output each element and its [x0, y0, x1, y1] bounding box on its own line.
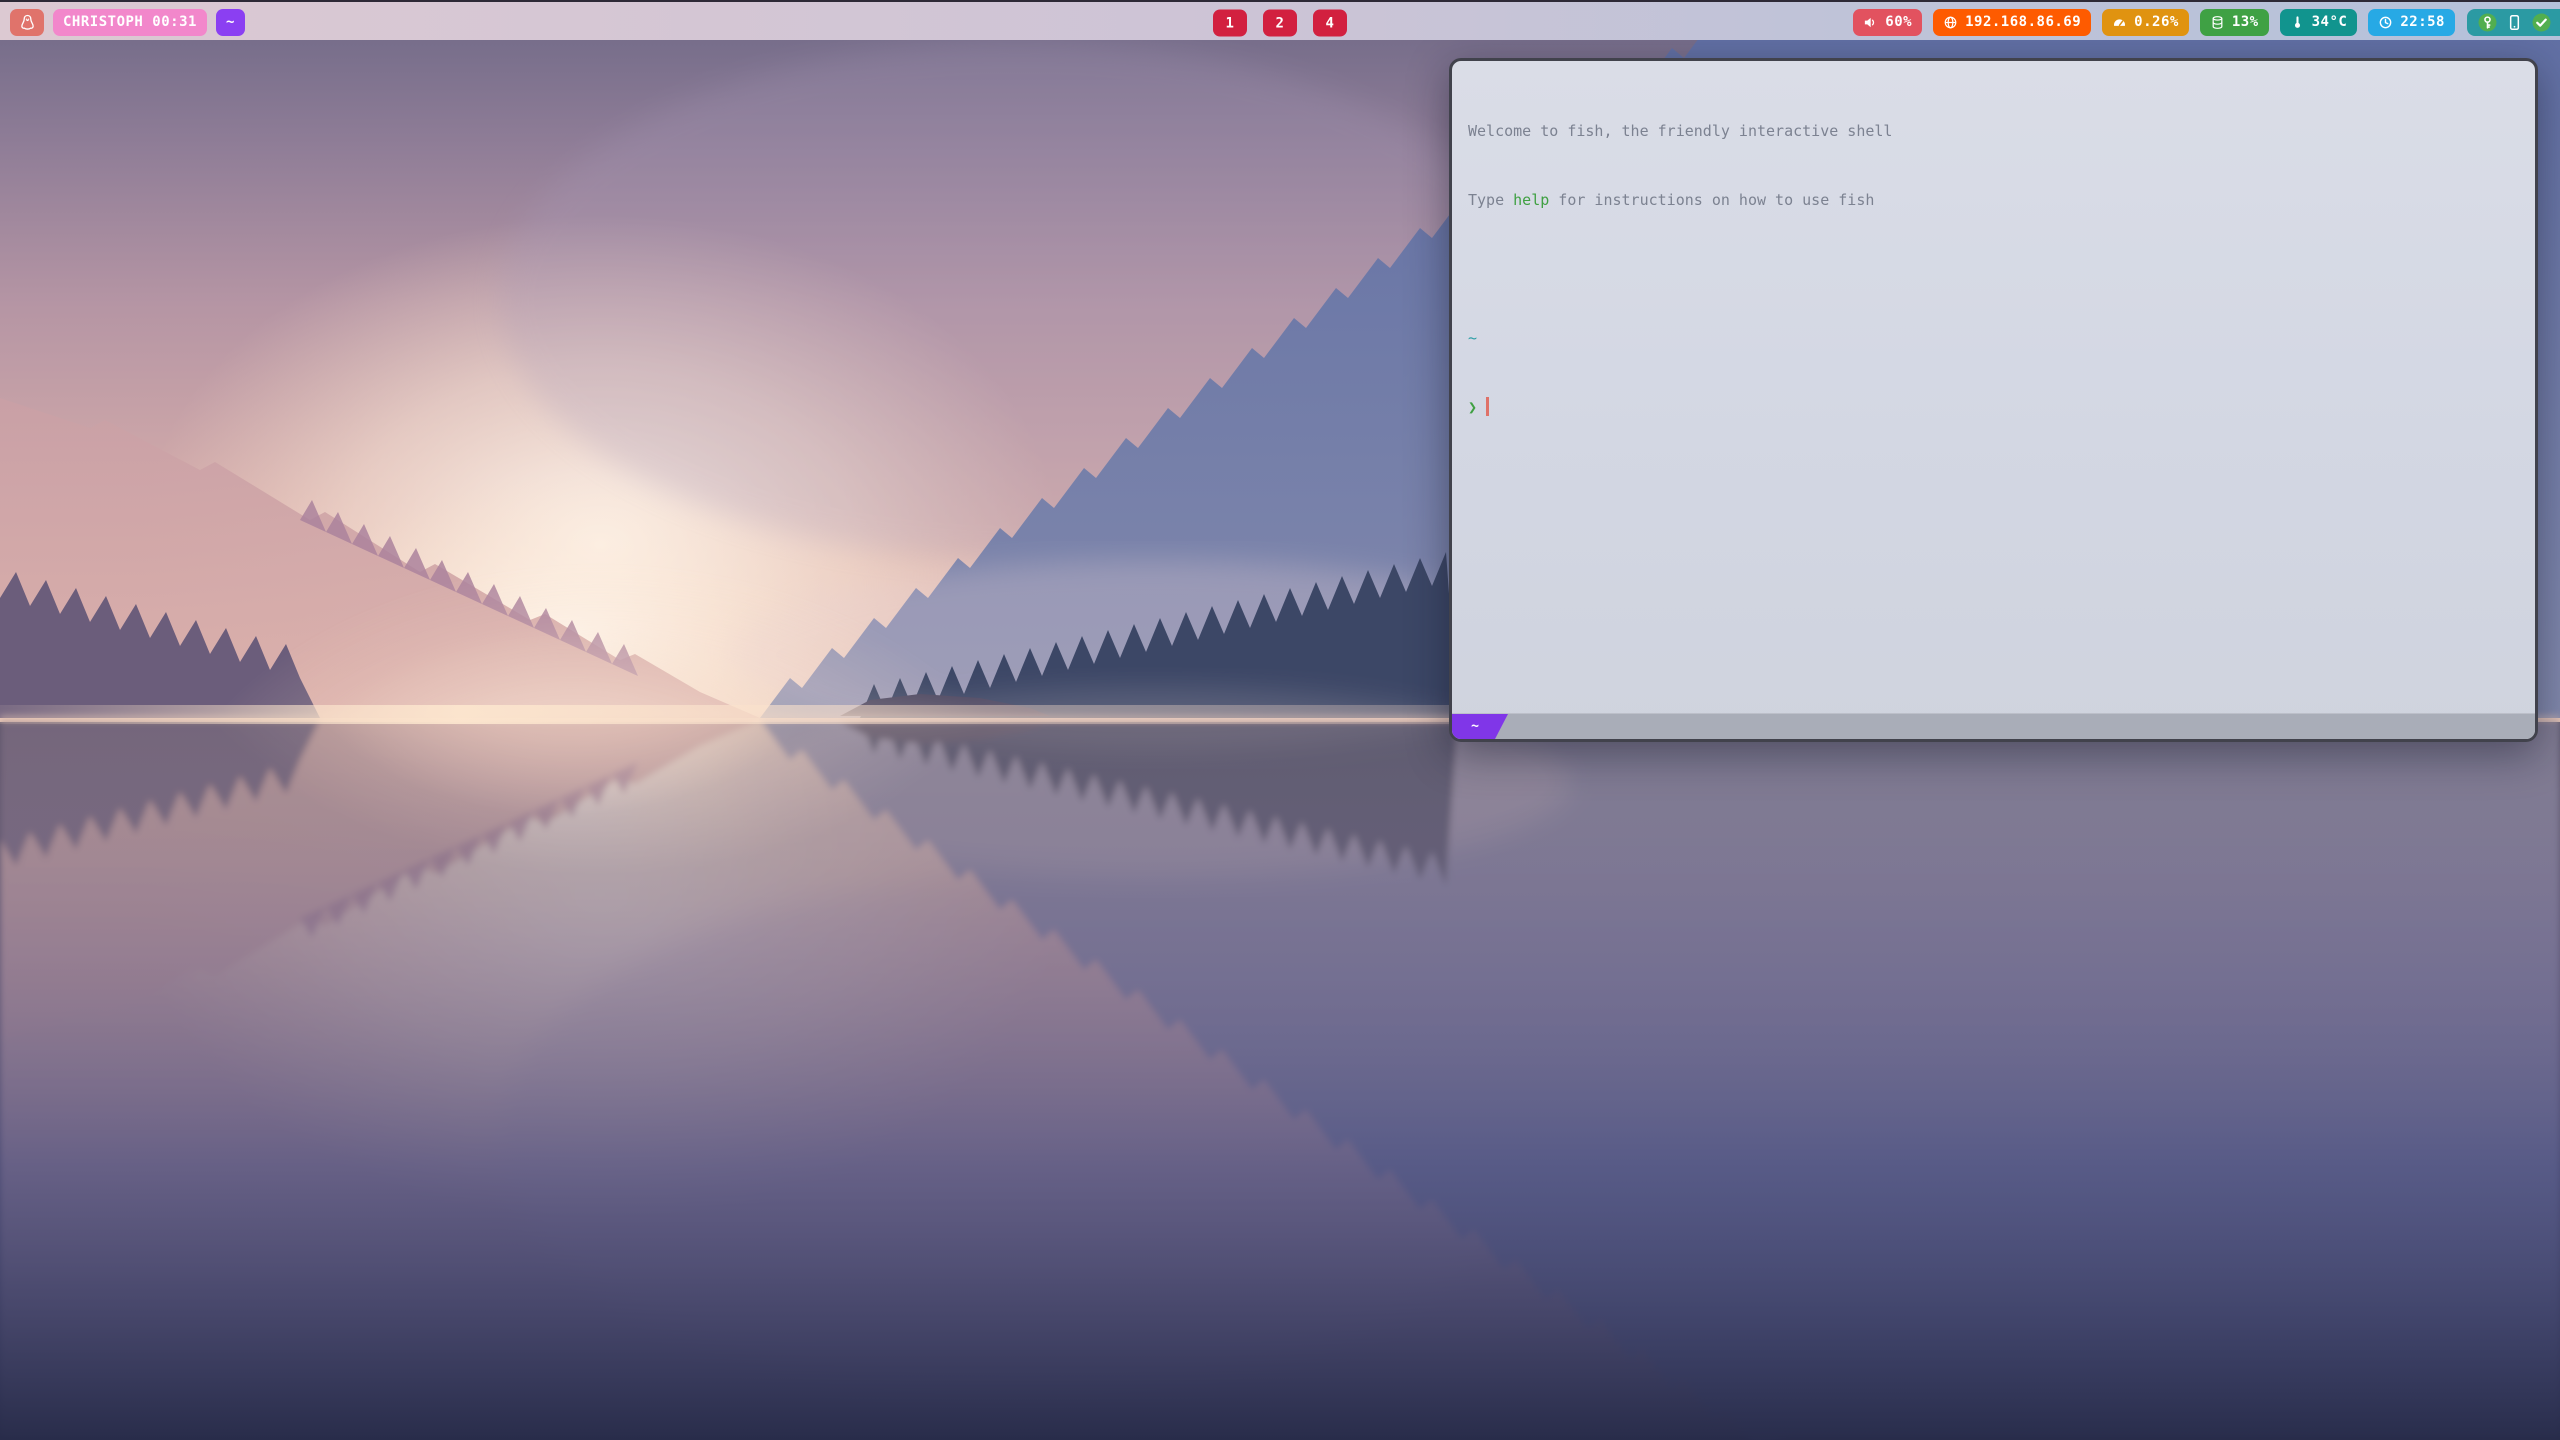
home-badge[interactable]: ~ — [216, 9, 245, 36]
memory-module[interactable]: 13% — [2200, 9, 2269, 36]
database-icon — [2210, 15, 2225, 30]
terminal-prompt-line: ❯ — [1468, 396, 2519, 419]
network-ip-value: 192.168.86.69 — [1965, 14, 2081, 30]
temperature-value: 34°C — [2312, 14, 2348, 30]
key-icon[interactable] — [2478, 13, 2497, 32]
terminal-tab-bar: ~ — [1452, 713, 2535, 739]
check-icon[interactable] — [2532, 13, 2551, 32]
terminal-help-line: Type help for instructions on how to use… — [1468, 189, 2519, 212]
launcher-button[interactable] — [10, 9, 44, 36]
bar-right-group: 60% 192.168.86.69 0.26% — [1853, 9, 2560, 36]
clock-value: 22:58 — [2400, 14, 2445, 30]
terminal-welcome-line: Welcome to fish, the friendly interactiv… — [1468, 120, 2519, 143]
workspace-button-2[interactable]: 2 — [1263, 10, 1297, 37]
help-keyword: help — [1513, 191, 1549, 209]
temperature-module[interactable]: 34°C — [2280, 9, 2358, 36]
workspace-label: 4 — [1326, 15, 1335, 31]
workspace-button-4[interactable]: 4 — [1313, 10, 1347, 37]
bar-left-group: CHRISTOPH 00:31 ~ — [10, 9, 245, 36]
cpu-load-module[interactable]: 0.26% — [2102, 9, 2189, 36]
thermometer-icon — [2290, 15, 2305, 30]
terminal-window[interactable]: Welcome to fish, the friendly interactiv… — [1449, 58, 2538, 742]
terminal-blank-line — [1468, 258, 2519, 281]
volume-value: 60% — [1885, 14, 1912, 30]
gauge-icon — [2112, 15, 2127, 30]
tux-icon — [19, 14, 36, 31]
system-tray — [2467, 9, 2560, 36]
workspace-label: 2 — [1276, 15, 1285, 31]
workspace-switcher: 1 2 4 — [1213, 10, 1347, 37]
terminal-prompt-path: ~ — [1468, 327, 2519, 350]
user-uptime-label: CHRISTOPH 00:31 — [63, 14, 197, 30]
memory-value: 13% — [2232, 14, 2259, 30]
network-module[interactable]: 192.168.86.69 — [1933, 9, 2091, 36]
workspace-button-1[interactable]: 1 — [1213, 10, 1247, 37]
terminal-tab-label: ~ — [1471, 719, 1479, 734]
terminal-tab-home[interactable]: ~ — [1452, 714, 1508, 739]
workspace-label: 1 — [1226, 15, 1235, 31]
prompt-char: ❯ — [1468, 398, 1477, 416]
home-label: ~ — [226, 14, 235, 30]
terminal-content[interactable]: Welcome to fish, the friendly interactiv… — [1452, 61, 2535, 713]
speaker-icon — [1863, 15, 1878, 30]
volume-module[interactable]: 60% — [1853, 9, 1922, 36]
phone-icon[interactable] — [2506, 14, 2523, 31]
status-bar: CHRISTOPH 00:31 ~ 1 2 4 60% — [0, 0, 2560, 40]
clock-module[interactable]: 22:58 — [2368, 9, 2455, 36]
terminal-cursor — [1486, 397, 1489, 416]
clock-icon — [2378, 15, 2393, 30]
cpu-load-value: 0.26% — [2134, 14, 2179, 30]
globe-icon — [1943, 15, 1958, 30]
user-uptime-badge[interactable]: CHRISTOPH 00:31 — [53, 9, 207, 36]
